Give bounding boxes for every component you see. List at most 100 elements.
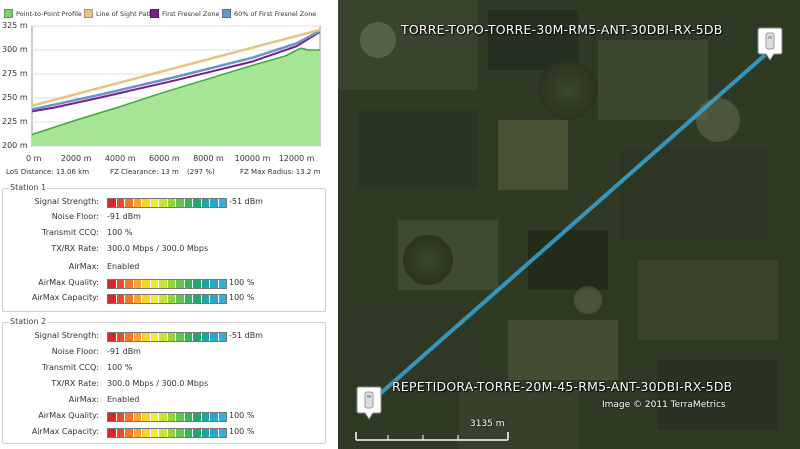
meter-segment (159, 429, 168, 437)
meter-segment (184, 295, 193, 303)
meter-segment (167, 413, 176, 421)
meter-segment (150, 295, 159, 303)
meter-segment (159, 333, 168, 341)
x-tick-label: 2000 m (60, 154, 92, 163)
meter-segment (184, 280, 193, 288)
meter-segment (193, 280, 202, 288)
meter-segment (210, 295, 219, 303)
tower-pin-icon (356, 386, 382, 420)
airmax-value: Enabled (107, 262, 140, 271)
meter-segment (125, 429, 134, 437)
signal-strength-label: Signal Strength: (34, 331, 99, 340)
meter-segment (133, 333, 142, 341)
meter-segment (133, 413, 142, 421)
meter-segment (218, 199, 226, 207)
y-tick-label: 200 m (2, 141, 28, 150)
meter-segment (142, 280, 151, 288)
airmax-quality-label: AirMax Quality: (38, 411, 99, 420)
meter-segment (142, 295, 151, 303)
noise-floor-value: -91 dBm (107, 347, 141, 356)
noise-floor-row: Noise Floor: -91 dBm (3, 347, 325, 359)
legend-label: Line of Sight Path (96, 9, 154, 18)
profile-chart (31, 25, 321, 147)
fz-clearance-pct: (297 %) (187, 168, 215, 176)
station-1-panel: Station 1 Signal Strength: -51 dBm Noise… (2, 183, 326, 312)
x-tick-label: 12000 m (278, 154, 315, 163)
airmax-capacity-value: 100 % (229, 427, 255, 436)
meter-segment (193, 429, 202, 437)
signal-strength-meter (107, 198, 227, 208)
meter-segment (218, 429, 226, 437)
site-pin-bottom[interactable] (356, 385, 382, 421)
meter-segment (218, 413, 226, 421)
airmax-capacity-meter (107, 428, 227, 438)
site-pin-top[interactable] (757, 26, 783, 62)
site-label-bottom[interactable]: REPETIDORA-TORRE-20M-45-RM5-ANT-30DBI-RX… (392, 379, 732, 394)
airmax-label: AirMax: (68, 262, 99, 271)
noise-floor-row: Noise Floor: -91 dBm (3, 212, 325, 224)
meter-segment (176, 429, 185, 437)
meter-segment (125, 333, 134, 341)
txrx-rate-label: TX/RX Rate: (51, 244, 99, 253)
meter-segment (210, 199, 219, 207)
link-profile-panel: Point-to-Point Profile Line of Sight Pat… (0, 0, 338, 449)
meter-segment (201, 429, 210, 437)
airmax-row: AirMax: Enabled (3, 395, 325, 407)
x-tick-label: 10000 m (234, 154, 271, 163)
x-tick-label: 6000 m (148, 154, 180, 163)
airmax-capacity-row: AirMax Capacity: 100 % (3, 293, 325, 305)
legend-point-to-point: Point-to-Point Profile (4, 9, 82, 18)
meter-segment (159, 280, 168, 288)
meter-segment (176, 280, 185, 288)
satellite-map[interactable]: TORRE-TOPO-TORRE-30M-RM5-ANT-30DBI-RX-5D… (338, 0, 800, 449)
txrx-rate-row: TX/RX Rate: 300.0 Mbps / 300.0 Mbps (3, 379, 325, 391)
meter-segment (116, 280, 125, 288)
fz-max-radius: FZ Max Radius: 13.2 m (240, 168, 321, 176)
meter-segment (116, 199, 125, 207)
meter-segment (167, 295, 176, 303)
fz-clearance-value: FZ Clearance: 13 m (110, 168, 179, 176)
airmax-quality-value: 100 % (229, 411, 255, 420)
meter-segment (150, 333, 159, 341)
station-2-panel: Station 2 Signal Strength: -51 dBm Noise… (2, 317, 326, 444)
legend-label: First Fresnel Zone (162, 9, 220, 18)
airmax-value: Enabled (107, 395, 140, 404)
airmax-capacity-label: AirMax Capacity: (31, 293, 99, 302)
airmax-label: AirMax: (68, 395, 99, 404)
meter-segment (167, 333, 176, 341)
meter-segment (218, 295, 226, 303)
y-tick-label: 225 m (2, 117, 28, 126)
meter-segment (184, 429, 193, 437)
meter-segment (176, 199, 185, 207)
airmax-capacity-value: 100 % (229, 293, 255, 302)
airmax-quality-meter (107, 412, 227, 422)
meter-segment (184, 413, 193, 421)
signal-strength-meter (107, 332, 227, 342)
meter-segment (142, 199, 151, 207)
meter-segment (108, 199, 117, 207)
legend-swatch-los (84, 9, 93, 18)
imagery-credit: Image © 2011 TerraMetrics (602, 400, 726, 410)
transmit-ccq-row: Transmit CCQ: 100 % (3, 228, 325, 240)
meter-segment (125, 280, 134, 288)
meter-segment (167, 280, 176, 288)
legend-first-fresnel: First Fresnel Zone (150, 9, 219, 18)
site-label-top[interactable]: TORRE-TOPO-TORRE-30M-RM5-ANT-30DBI-RX-5D… (401, 22, 722, 37)
meter-segment (201, 413, 210, 421)
meter-segment (125, 199, 134, 207)
fz-clearance: FZ Clearance: 13 m (297 %) (110, 168, 215, 176)
x-tick-label: 8000 m (193, 154, 224, 163)
meter-segment (133, 199, 142, 207)
meter-segment (116, 429, 125, 437)
meter-segment (210, 429, 219, 437)
station-title: Station 1 (9, 183, 48, 192)
txrx-rate-value: 300.0 Mbps / 300.0 Mbps (107, 379, 209, 388)
meter-segment (201, 295, 210, 303)
airmax-capacity-meter (107, 294, 227, 304)
meter-segment (218, 333, 226, 341)
tower-pin-icon (757, 27, 783, 61)
meter-segment (108, 280, 117, 288)
meter-segment (167, 429, 176, 437)
meter-segment (176, 295, 185, 303)
y-tick-label: 250 m (2, 93, 28, 102)
